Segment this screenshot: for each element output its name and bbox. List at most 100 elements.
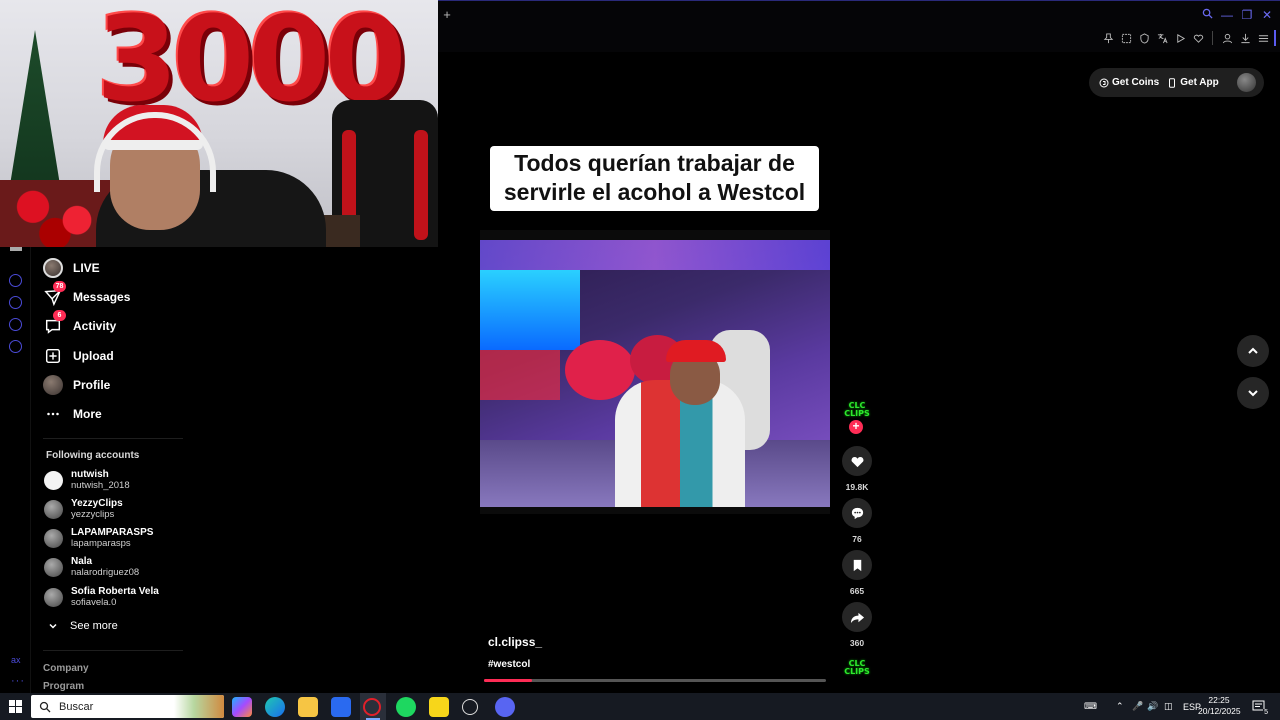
account-name: Nala (71, 556, 93, 567)
rail-more-icon[interactable]: ··· (11, 675, 25, 687)
search-icon[interactable] (1200, 6, 1214, 24)
caption-line: Todos querían trabajar de (514, 150, 795, 176)
webcam-overlay: 3000 (0, 0, 438, 247)
account-name: LAPAMPARASPS (71, 527, 154, 538)
obs-app-icon[interactable] (462, 699, 478, 715)
network-icon[interactable]: ◫ (1164, 693, 1173, 720)
shield-icon[interactable] (1137, 30, 1151, 46)
menu-icon[interactable] (1256, 30, 1270, 46)
discord-app-icon[interactable] (495, 697, 515, 717)
video-progress-bar[interactable] (484, 679, 826, 682)
windows-start-icon[interactable] (9, 700, 22, 713)
follow-plus-button[interactable]: + (849, 420, 863, 434)
file-explorer-icon[interactable] (298, 697, 318, 717)
pin-icon[interactable] (1101, 30, 1115, 46)
snapshot-icon[interactable] (1119, 30, 1133, 46)
paper-plane-icon: 78 (43, 281, 66, 307)
creator-music-logo[interactable]: CLC CLIPS (843, 660, 871, 676)
history-icon[interactable] (9, 296, 22, 309)
sidebar-item-label: More (73, 407, 102, 421)
sidebar-item-messages[interactable]: 78 Messages (43, 281, 131, 309)
red-light (480, 350, 560, 400)
following-account[interactable]: Nala nalarodriguez08 (44, 554, 139, 580)
sidebar-item-profile[interactable]: Profile (43, 373, 110, 397)
play-icon[interactable] (1173, 30, 1187, 46)
video-player[interactable] (480, 230, 830, 514)
video-progress-fill (484, 679, 532, 682)
heart-icon (851, 456, 863, 467)
volume-icon[interactable]: 🔊 (1147, 693, 1158, 720)
sidebar-item-label: Messages (73, 290, 131, 304)
minimize-icon[interactable]: — (1220, 6, 1234, 24)
heart-icon[interactable] (1191, 30, 1205, 46)
sidebar-item-live[interactable]: LIVE (43, 256, 100, 280)
header-actions: Get Coins Get App (1089, 68, 1264, 97)
account-handle: yezzyclips (71, 509, 115, 520)
browser-accent-line (438, 0, 1280, 1)
account-avatar (44, 528, 63, 548)
account-handle: sofiavela.0 (71, 597, 117, 608)
wall-screen (480, 270, 580, 350)
taskbar-clock[interactable]: 22:25 20/12/2025 (1198, 695, 1241, 717)
spotify-app-icon[interactable] (396, 697, 416, 717)
sidebar-toggle-bar[interactable] (1274, 30, 1276, 46)
chat-icon[interactable] (9, 318, 22, 331)
following-account[interactable]: nutwish nutwish_2018 (44, 467, 130, 493)
close-icon[interactable]: ✕ (1260, 6, 1274, 24)
video-author[interactable]: cl.clipss_ (488, 635, 542, 649)
translate-icon[interactable] (1155, 30, 1169, 46)
rail-top-icon[interactable] (10, 247, 22, 251)
copilot-app-icon[interactable] (232, 697, 252, 717)
new-tab-plus-icon[interactable]: + (440, 8, 454, 22)
taskbar-search[interactable]: Buscar (31, 695, 224, 718)
sidebar-item-activity[interactable]: 6 Activity (43, 310, 116, 338)
microphone-icon[interactable]: 🎤 (1132, 693, 1143, 720)
player-icon[interactable] (9, 274, 22, 287)
comment-icon (851, 507, 863, 519)
store-app-icon[interactable] (331, 697, 351, 717)
comment-button[interactable] (842, 498, 872, 528)
clock-time: 22:25 (1208, 695, 1230, 705)
like-button[interactable] (842, 446, 872, 476)
sticky-notes-icon[interactable] (429, 697, 449, 717)
caption-line: servirle el acohol a Westcol (503, 179, 806, 205)
share-button[interactable] (842, 602, 872, 632)
keyboard-icon[interactable]: ⌨ (1084, 693, 1097, 720)
settings-icon[interactable] (9, 340, 22, 353)
download-icon[interactable] (1238, 30, 1252, 46)
creator-avatar-logo[interactable]: CLC CLIPS (843, 402, 871, 418)
video-hashtag[interactable]: #westcol (488, 659, 530, 670)
footer-link-program[interactable]: Program (43, 681, 84, 692)
account-avatar (44, 557, 63, 577)
ai-icon[interactable]: ax (11, 655, 21, 665)
save-button[interactable] (842, 550, 872, 580)
chevron-up-icon (1248, 347, 1258, 354)
following-account[interactable]: LAPAMPARASPS lapamparasps (44, 525, 153, 551)
account-name: YezzyClips (71, 498, 123, 509)
previous-video-button[interactable] (1237, 335, 1269, 367)
toolbar-separator (1212, 31, 1213, 45)
account-name: nutwish (71, 469, 109, 480)
account-icon[interactable] (1220, 30, 1234, 46)
footer-link-company[interactable]: Company (43, 663, 89, 674)
sidebar-divider (43, 438, 183, 439)
sidebar-item-upload[interactable]: Upload (43, 344, 114, 368)
tray-overflow-chevron-icon[interactable]: ⌃ (1116, 693, 1124, 720)
notification-center-icon[interactable]: 5 (1252, 699, 1269, 716)
account-avatar (44, 587, 63, 607)
comment-count: 76 (852, 534, 862, 544)
next-video-button[interactable] (1237, 377, 1269, 409)
get-app-label: Get App (1180, 77, 1219, 88)
restore-icon[interactable]: ❐ (1240, 6, 1254, 24)
see-more-button[interactable]: See more (48, 620, 118, 632)
following-account[interactable]: Sofia Roberta Vela sofiavela.0 (44, 584, 159, 610)
sidebar-item-more[interactable]: More (43, 402, 102, 426)
following-account[interactable]: YezzyClips yezzyclips (44, 496, 123, 522)
notification-count: 5 (1263, 709, 1269, 716)
get-coins-button[interactable]: Get Coins (1099, 77, 1159, 88)
user-avatar[interactable] (1236, 73, 1256, 92)
get-app-button[interactable]: Get App (1167, 77, 1219, 88)
opera-gx-app-icon[interactable] (363, 698, 381, 716)
account-avatar (44, 470, 63, 490)
edge-app-icon[interactable] (265, 697, 285, 717)
